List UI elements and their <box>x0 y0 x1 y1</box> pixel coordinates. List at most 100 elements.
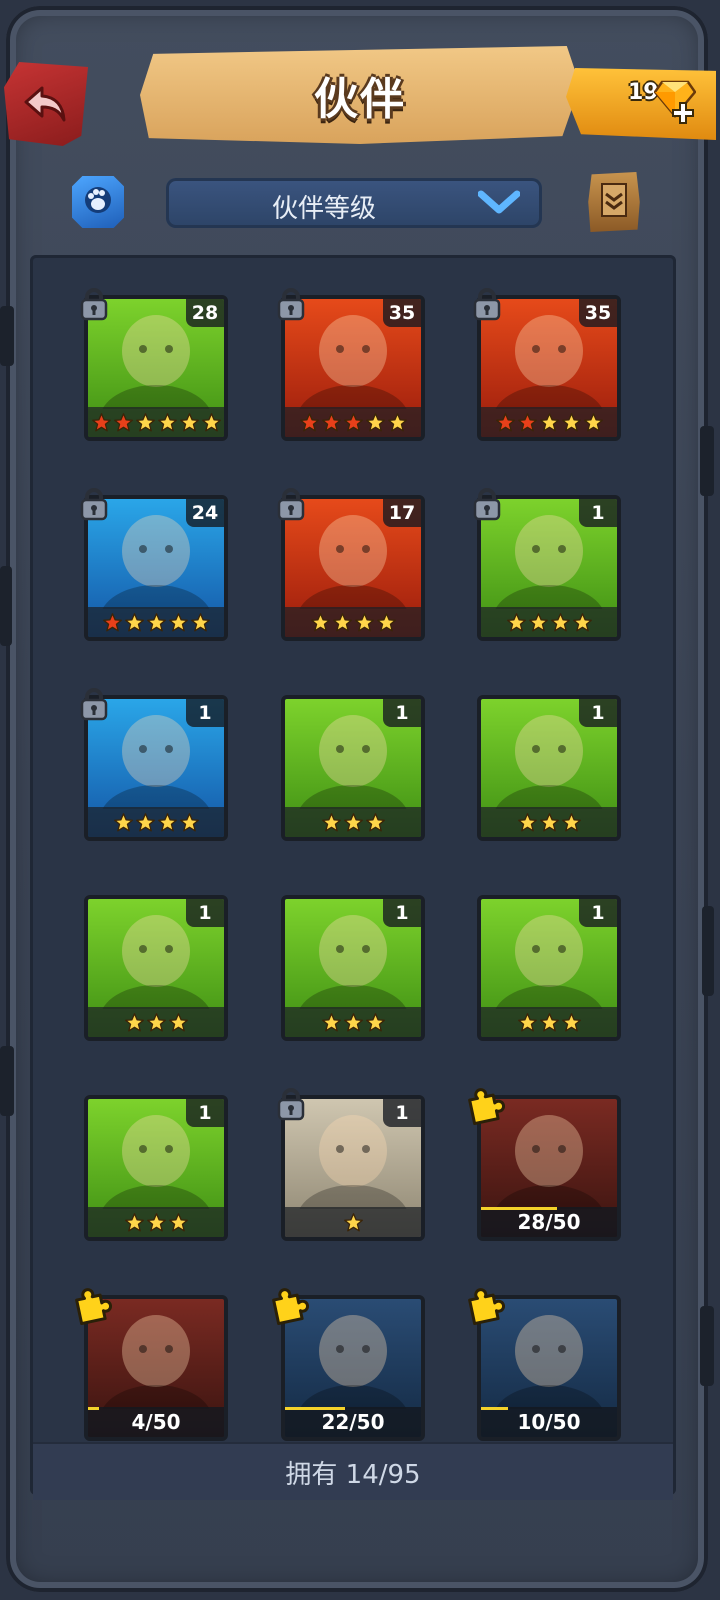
lock-icon <box>471 287 503 321</box>
star-icon <box>102 612 123 633</box>
star-rating <box>481 1007 617 1037</box>
star-icon <box>528 612 549 633</box>
encyclopedia-button[interactable] <box>588 172 640 232</box>
star-icon <box>332 612 353 633</box>
star-icon <box>517 412 538 433</box>
lock-icon <box>78 287 110 321</box>
star-icon <box>168 612 189 633</box>
star-icon <box>343 812 364 833</box>
star-rating <box>285 807 421 837</box>
hero-level: 1 <box>579 699 617 727</box>
star-icon <box>506 612 527 633</box>
filter-button[interactable] <box>72 176 124 228</box>
shard-count: 28/50 <box>517 1210 581 1234</box>
star-icon <box>376 612 397 633</box>
hero-level: 1 <box>383 1099 421 1127</box>
star-icon <box>572 612 593 633</box>
hero-level: 1 <box>186 899 224 927</box>
shard-progress: 10/50 <box>481 1407 617 1437</box>
hero-card[interactable]: 1 <box>84 895 228 1041</box>
star-icon <box>190 612 211 633</box>
paw-badge-icon <box>83 185 113 219</box>
star-icon <box>561 412 582 433</box>
hero-level: 17 <box>383 499 421 527</box>
owned-count-bar: 拥有 14/95 <box>33 1442 673 1500</box>
hero-level: 35 <box>579 299 617 327</box>
plus-icon[interactable] <box>672 102 694 124</box>
star-icon <box>517 812 538 833</box>
hero-level: 1 <box>579 499 617 527</box>
back-arrow-icon <box>22 80 70 128</box>
hero-card[interactable]: 1 <box>84 1095 228 1241</box>
star-rating <box>285 1207 421 1237</box>
shard-count: 22/50 <box>321 1410 385 1434</box>
star-rating <box>285 1007 421 1037</box>
star-icon <box>321 812 342 833</box>
star-icon <box>146 1012 167 1033</box>
star-icon <box>495 412 516 433</box>
star-icon <box>124 612 145 633</box>
star-icon <box>365 1012 386 1033</box>
lock-icon <box>275 487 307 521</box>
star-icon <box>201 412 222 433</box>
lock-icon <box>275 1087 307 1121</box>
shard-progress: 22/50 <box>285 1407 421 1437</box>
lock-icon <box>275 287 307 321</box>
shard-progress: 28/50 <box>481 1207 617 1237</box>
star-icon <box>168 1212 189 1233</box>
hero-level: 1 <box>383 699 421 727</box>
star-icon <box>124 1012 145 1033</box>
star-icon <box>157 412 178 433</box>
star-rating <box>88 607 224 637</box>
chevron-down-icon <box>477 190 521 216</box>
sort-dropdown[interactable]: 伙伴等级 <box>166 178 542 228</box>
lock-icon <box>78 487 110 521</box>
star-icon <box>135 812 156 833</box>
hero-level: 35 <box>383 299 421 327</box>
puzzle-piece-icon <box>465 1085 505 1126</box>
star-icon <box>321 412 342 433</box>
hero-card[interactable]: 1 <box>477 695 621 841</box>
hero-card[interactable]: 1 <box>477 895 621 1041</box>
hero-level: 1 <box>579 899 617 927</box>
back-button[interactable] <box>4 62 88 146</box>
star-icon <box>168 1012 189 1033</box>
hero-level: 1 <box>186 1099 224 1127</box>
star-icon <box>343 412 364 433</box>
star-icon <box>146 612 167 633</box>
puzzle-piece-icon <box>269 1285 309 1326</box>
star-rating <box>88 807 224 837</box>
hero-card[interactable]: 1 <box>281 695 425 841</box>
star-icon <box>539 812 560 833</box>
title-banner: 伙伴 <box>140 46 580 144</box>
star-rating <box>88 1007 224 1037</box>
star-icon <box>539 412 560 433</box>
star-rating <box>88 1207 224 1237</box>
puzzle-piece-icon <box>72 1285 112 1326</box>
puzzle-piece-icon <box>465 1285 505 1326</box>
star-icon <box>561 812 582 833</box>
page-title: 伙伴 <box>314 74 406 125</box>
star-icon <box>179 812 200 833</box>
star-icon <box>561 1012 582 1033</box>
scroll-icon <box>597 180 631 224</box>
shard-count: 10/50 <box>517 1410 581 1434</box>
star-rating <box>285 407 421 437</box>
star-icon <box>354 612 375 633</box>
owned-count: 拥有 14/95 <box>285 1459 421 1490</box>
star-icon <box>135 412 156 433</box>
star-icon <box>550 612 571 633</box>
hero-level: 24 <box>186 499 224 527</box>
star-rating <box>481 407 617 437</box>
star-icon <box>539 1012 560 1033</box>
star-icon <box>583 412 604 433</box>
hero-level: 1 <box>383 899 421 927</box>
hero-card[interactable]: 1 <box>281 895 425 1041</box>
star-rating <box>481 807 617 837</box>
star-icon <box>179 412 200 433</box>
star-icon <box>113 412 134 433</box>
star-icon <box>91 412 112 433</box>
star-icon <box>113 812 134 833</box>
star-icon <box>387 412 408 433</box>
star-icon <box>343 1212 364 1233</box>
